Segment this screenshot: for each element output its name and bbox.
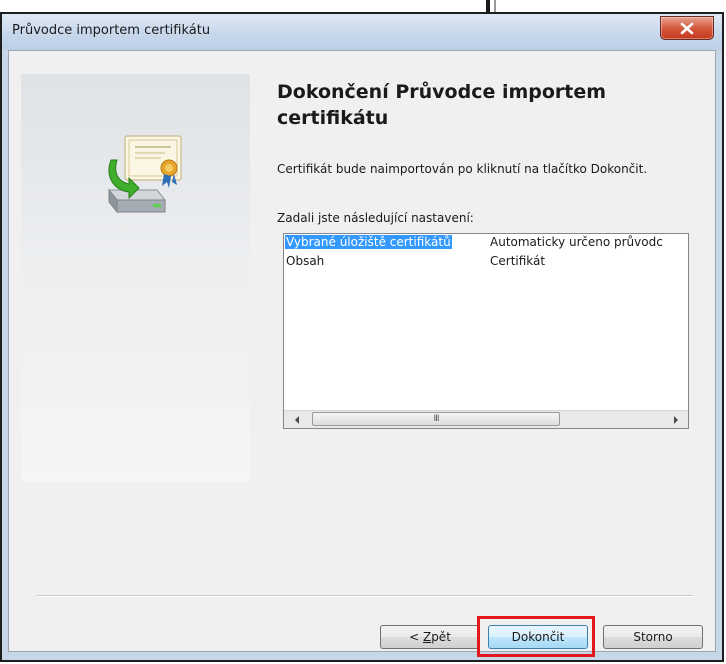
scroll-grip: III xyxy=(433,414,440,424)
window-title: Průvodce importem certifikátu xyxy=(12,23,211,38)
close-button[interactable] xyxy=(660,16,714,40)
setting-name[interactable]: Vybrané úložiště certifikátů xyxy=(285,235,452,249)
settings-label: Zadali jste následující nastavení: xyxy=(277,211,474,225)
setting-name[interactable]: Obsah xyxy=(286,254,324,268)
scroll-left-button[interactable] xyxy=(288,411,305,428)
setting-value[interactable]: Certifikát xyxy=(490,254,545,268)
horizontal-scrollbar[interactable]: III xyxy=(284,410,688,428)
button-separator xyxy=(37,595,693,597)
page-description: Certifikát bude naimportován po kliknutí… xyxy=(277,162,648,176)
wizard-side-panel xyxy=(21,74,250,482)
finish-button[interactable]: Dokončit xyxy=(488,625,588,649)
title-bar[interactable]: Průvodce importem certifikátu xyxy=(2,14,722,50)
finish-label: Dokončit xyxy=(511,630,565,644)
scroll-thumb[interactable]: III xyxy=(312,412,560,426)
wizard-content: Dokončení Průvodce importem certifikátu … xyxy=(8,50,716,657)
settings-list[interactable]: Vybrané úložiště certifikátů Automaticky… xyxy=(283,233,689,429)
back-button[interactable]: < Zpět xyxy=(380,625,480,649)
back-rest: pět xyxy=(431,630,451,644)
chevron-right-icon xyxy=(673,415,678,424)
cancel-label: Storno xyxy=(633,630,673,644)
setting-value[interactable]: Automaticky určeno průvodc xyxy=(490,235,663,249)
close-icon xyxy=(680,22,694,34)
certificate-import-wizard-dialog: Průvodce importem certifikátu Dokončení … xyxy=(0,12,724,662)
back-mnemonic: Z xyxy=(422,630,432,644)
page-heading: Dokončení Průvodce importem certifikátu xyxy=(277,81,607,129)
back-prefix: < xyxy=(409,630,423,644)
cancel-button[interactable]: Storno xyxy=(603,625,703,649)
chevron-left-icon xyxy=(294,415,299,424)
certificate-import-icon xyxy=(107,135,182,214)
scroll-right-button[interactable] xyxy=(667,411,684,428)
